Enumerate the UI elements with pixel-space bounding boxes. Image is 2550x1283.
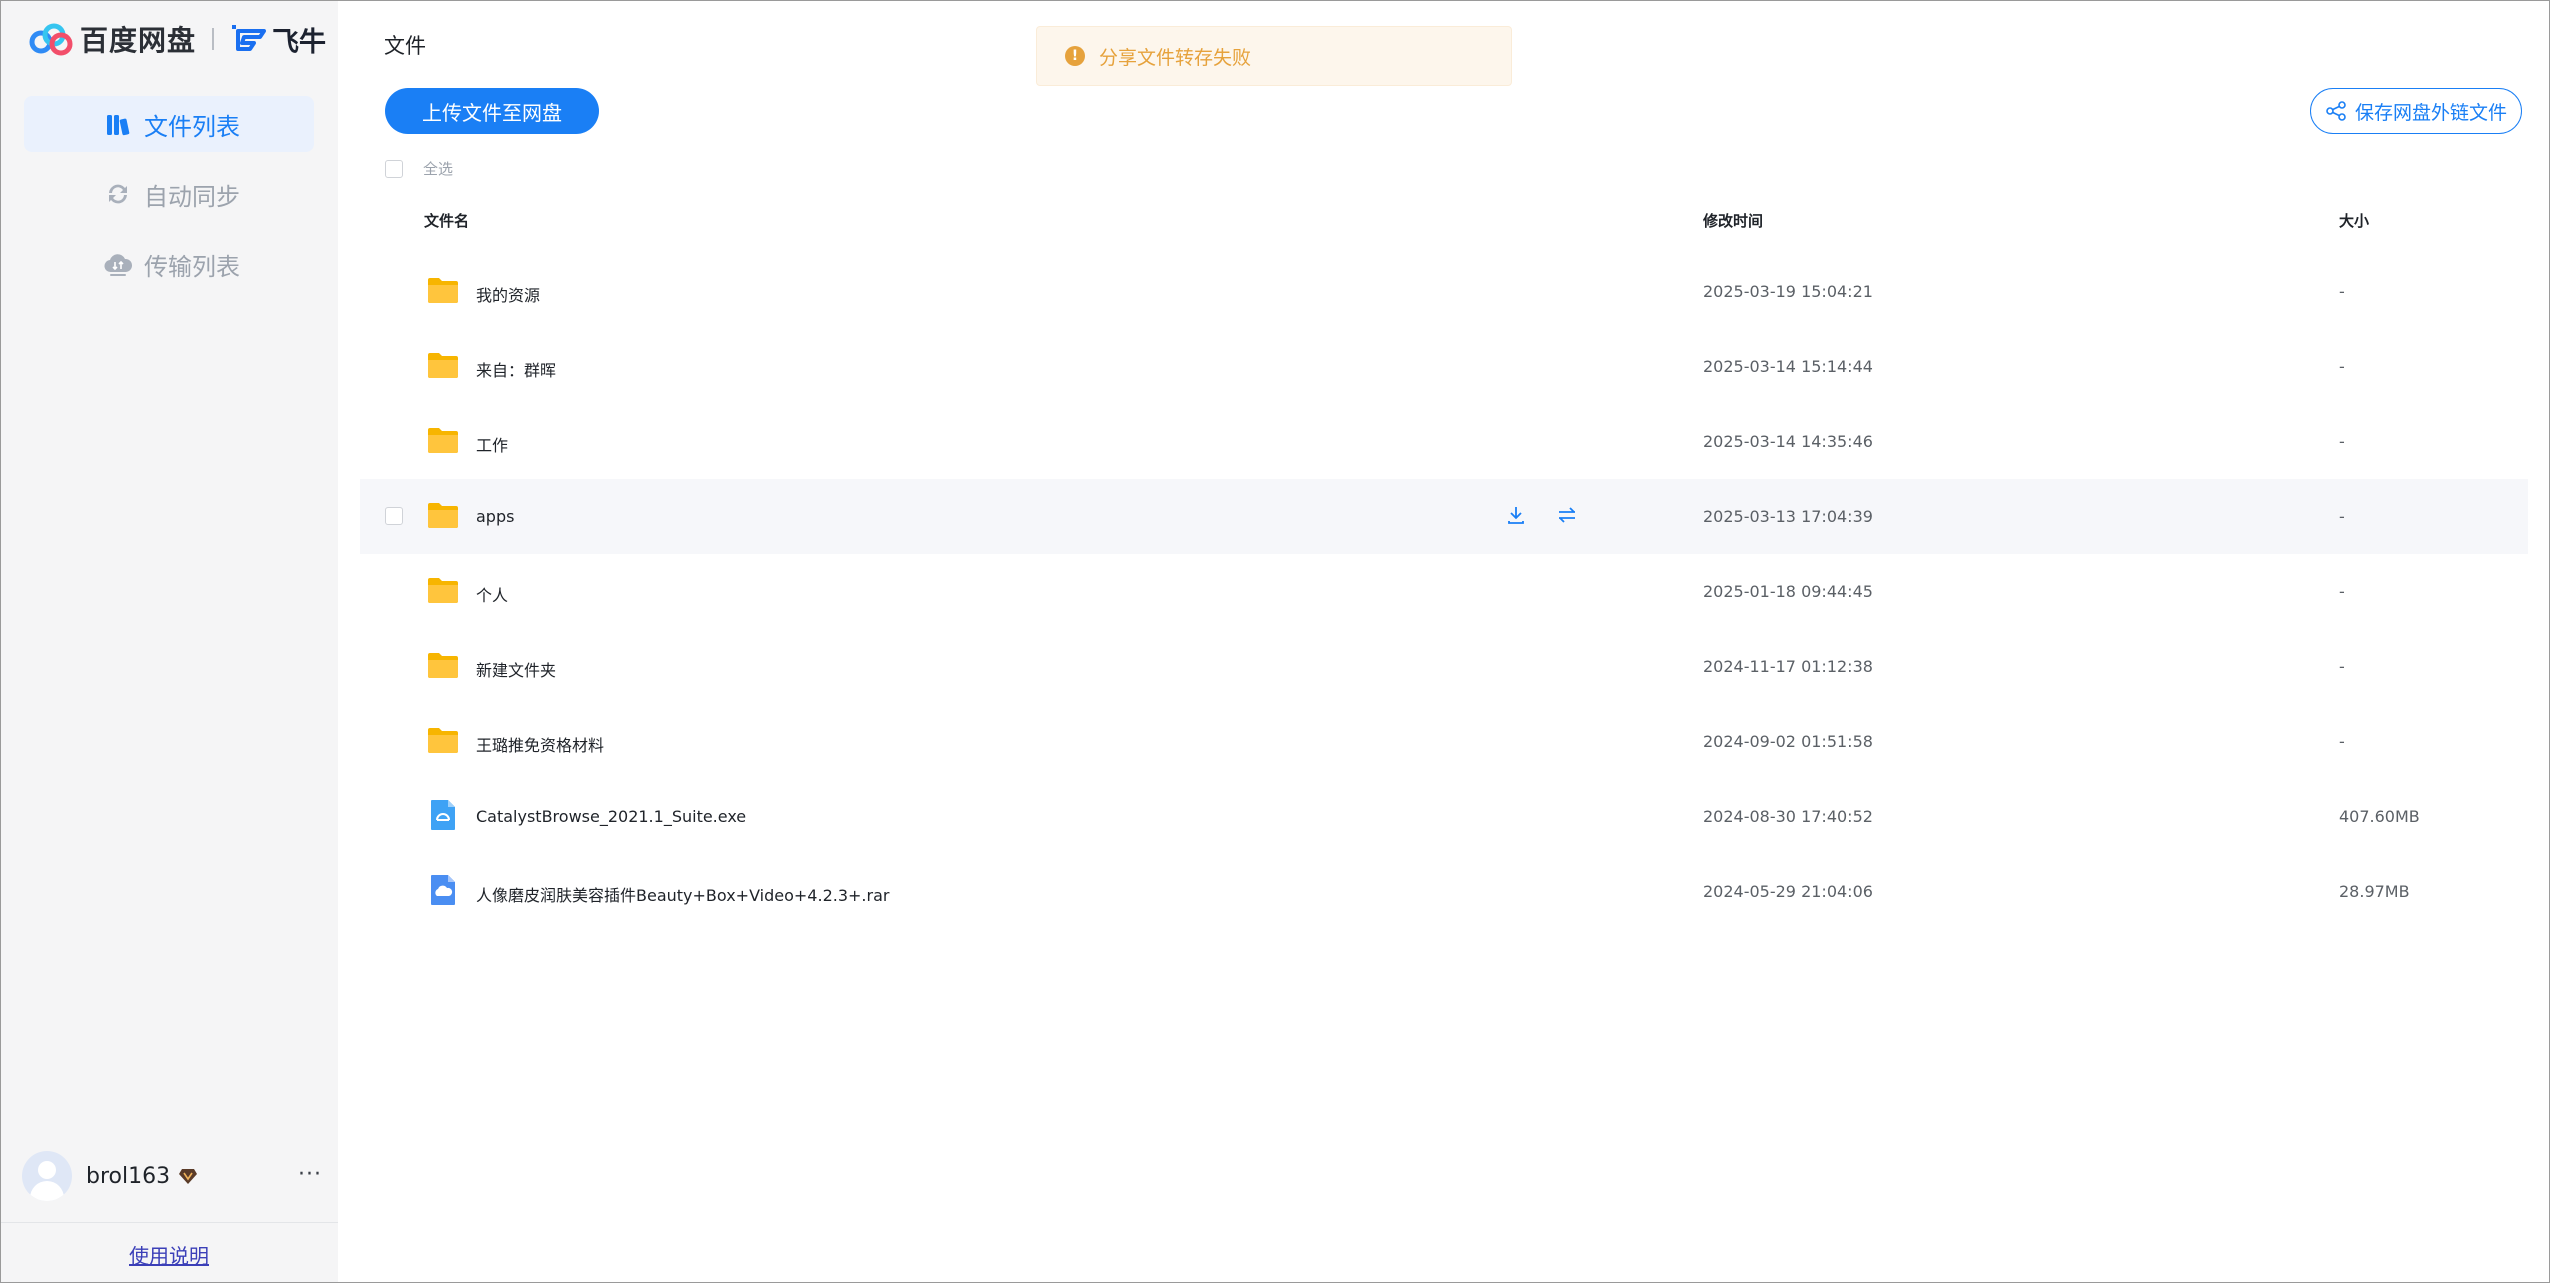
file-name[interactable]: 个人 <box>476 582 508 606</box>
row-checkbox[interactable] <box>385 507 403 525</box>
transfer-cloud-icon <box>104 254 132 276</box>
sidebar-item-label: 文件列表 <box>144 112 240 141</box>
select-all[interactable]: 全选 <box>385 158 453 179</box>
file-name[interactable]: 来自：群晖 <box>476 357 556 381</box>
sidebar-item-label: 传输列表 <box>144 252 240 281</box>
file-size: - <box>2339 282 2345 301</box>
file-modified-time: 2025-03-19 15:04:21 <box>1703 282 1873 301</box>
user-profile[interactable]: brol163 ··· <box>22 1150 322 1202</box>
file-name[interactable]: 工作 <box>476 432 508 456</box>
file-list-icon <box>107 115 130 136</box>
baidu-netdisk-logo-icon <box>29 23 73 56</box>
brand-name: 百度网盘 <box>80 24 197 57</box>
file-list: 我的资源 2025-03-19 15:04:21 - 来自：群晖 2025-03-14 … <box>360 254 2528 929</box>
error-toast: ! 分享文件转存失败 <box>1036 26 1512 86</box>
table-row[interactable]: 来自：群晖 2025-03-14 15:14:44 - <box>360 329 2528 404</box>
upload-to-netdisk-button[interactable]: 上传文件至网盘 <box>385 88 599 134</box>
sidebar-nav: 文件列表 自动同步 传输列表 <box>24 96 314 306</box>
table-row[interactable]: 个人 2025-01-18 09:44:45 - <box>360 554 2528 629</box>
brand: 百度网盘 飞牛 <box>28 18 326 60</box>
file-size: 28.97MB <box>2339 882 2410 901</box>
main-content: 文件 ! 分享文件转存失败 上传文件至网盘 保存网盘外链文件 全选 文件名 修改… <box>338 0 2550 1283</box>
table-row[interactable]: 新建文件夹 2024-11-17 01:12:38 - <box>360 629 2528 704</box>
file-modified-time: 2025-01-18 09:44:45 <box>1703 582 1873 601</box>
file-modified-time: 2025-03-14 15:14:44 <box>1703 357 1873 376</box>
column-header-size[interactable]: 大小 <box>2339 210 2369 231</box>
column-header-time[interactable]: 修改时间 <box>1703 210 1763 231</box>
help-link[interactable]: 使用说明 <box>0 1240 338 1269</box>
share-icon <box>2326 101 2346 121</box>
file-name[interactable]: 人像磨皮润肤美容插件Beauty+Box+Video+4.2.3+.rar <box>476 882 889 906</box>
file-size: 407.60MB <box>2339 807 2420 826</box>
file-size: - <box>2339 657 2345 676</box>
sidebar-item-auto-sync[interactable]: 自动同步 <box>24 166 314 222</box>
file-modified-time: 2024-05-29 21:04:06 <box>1703 882 1873 901</box>
file-size: - <box>2339 732 2345 751</box>
more-options-icon[interactable]: ··· <box>298 1162 322 1187</box>
table-row[interactable]: 王璐推免资格材料 2024-09-02 01:51:58 - <box>360 704 2528 779</box>
file-name[interactable]: 王璐推免资格材料 <box>476 732 604 756</box>
column-header-name[interactable]: 文件名 <box>424 210 469 231</box>
sidebar-item-file-list[interactable]: 文件列表 <box>24 96 314 152</box>
file-size: - <box>2339 507 2345 526</box>
file-modified-time: 2025-03-14 14:35:46 <box>1703 432 1873 451</box>
username: brol163 <box>86 1163 171 1189</box>
file-modified-time: 2024-09-02 01:51:58 <box>1703 732 1873 751</box>
file-name[interactable]: CatalystBrowse_2021.1_Suite.exe <box>476 807 746 826</box>
save-external-link-button[interactable]: 保存网盘外链文件 <box>2310 88 2522 134</box>
table-header: 文件名 修改时间 大小 <box>338 206 2550 236</box>
divider <box>0 1222 338 1223</box>
transfer-icon[interactable] <box>1555 503 1579 527</box>
sync-icon <box>109 184 127 204</box>
avatar[interactable] <box>22 1151 72 1201</box>
table-row[interactable]: CatalystBrowse_2021.1_Suite.exe 2024-08-3… <box>360 779 2528 854</box>
file-name[interactable]: 新建文件夹 <box>476 657 556 681</box>
table-row[interactable]: 工作 2025-03-14 14:35:46 - <box>360 404 2528 479</box>
feiniu-logo-icon <box>232 25 267 51</box>
select-all-checkbox[interactable] <box>385 159 403 178</box>
file-size: - <box>2339 432 2345 451</box>
toast-message: 分享文件转存失败 <box>1099 46 1252 69</box>
sidebar-item-transfer-list[interactable]: 传输列表 <box>24 236 314 292</box>
brand-divider <box>212 28 215 50</box>
table-row[interactable]: apps 2025-03-13 17:04:39 - <box>360 479 2528 554</box>
table-row[interactable]: 我的资源 2025-03-19 15:04:21 - <box>360 254 2528 329</box>
sidebar: 百度网盘 飞牛 文件列表 自动同步 传输列表 brol163 ··· 使用说明 <box>0 0 338 1283</box>
warning-icon: ! <box>1065 46 1085 66</box>
file-modified-time: 2025-03-13 17:04:39 <box>1703 507 1873 526</box>
partner-name: 飞牛 <box>272 26 327 58</box>
file-modified-time: 2024-08-30 17:40:52 <box>1703 807 1873 826</box>
file-modified-time: 2024-11-17 01:12:38 <box>1703 657 1873 676</box>
save-external-link-label: 保存网盘外链文件 <box>2354 101 2507 124</box>
page-title: 文件 <box>384 34 426 58</box>
file-size: - <box>2339 357 2345 376</box>
file-name[interactable]: 我的资源 <box>476 282 540 306</box>
table-row[interactable]: 人像磨皮润肤美容插件Beauty+Box+Video+4.2.3+.rar 202… <box>360 854 2528 929</box>
download-icon[interactable] <box>1504 503 1528 527</box>
vip-diamond-icon <box>179 1169 198 1184</box>
file-name[interactable]: apps <box>476 507 514 526</box>
select-all-label: 全选 <box>423 160 454 178</box>
sidebar-item-label: 自动同步 <box>144 182 240 211</box>
file-size: - <box>2339 582 2345 601</box>
